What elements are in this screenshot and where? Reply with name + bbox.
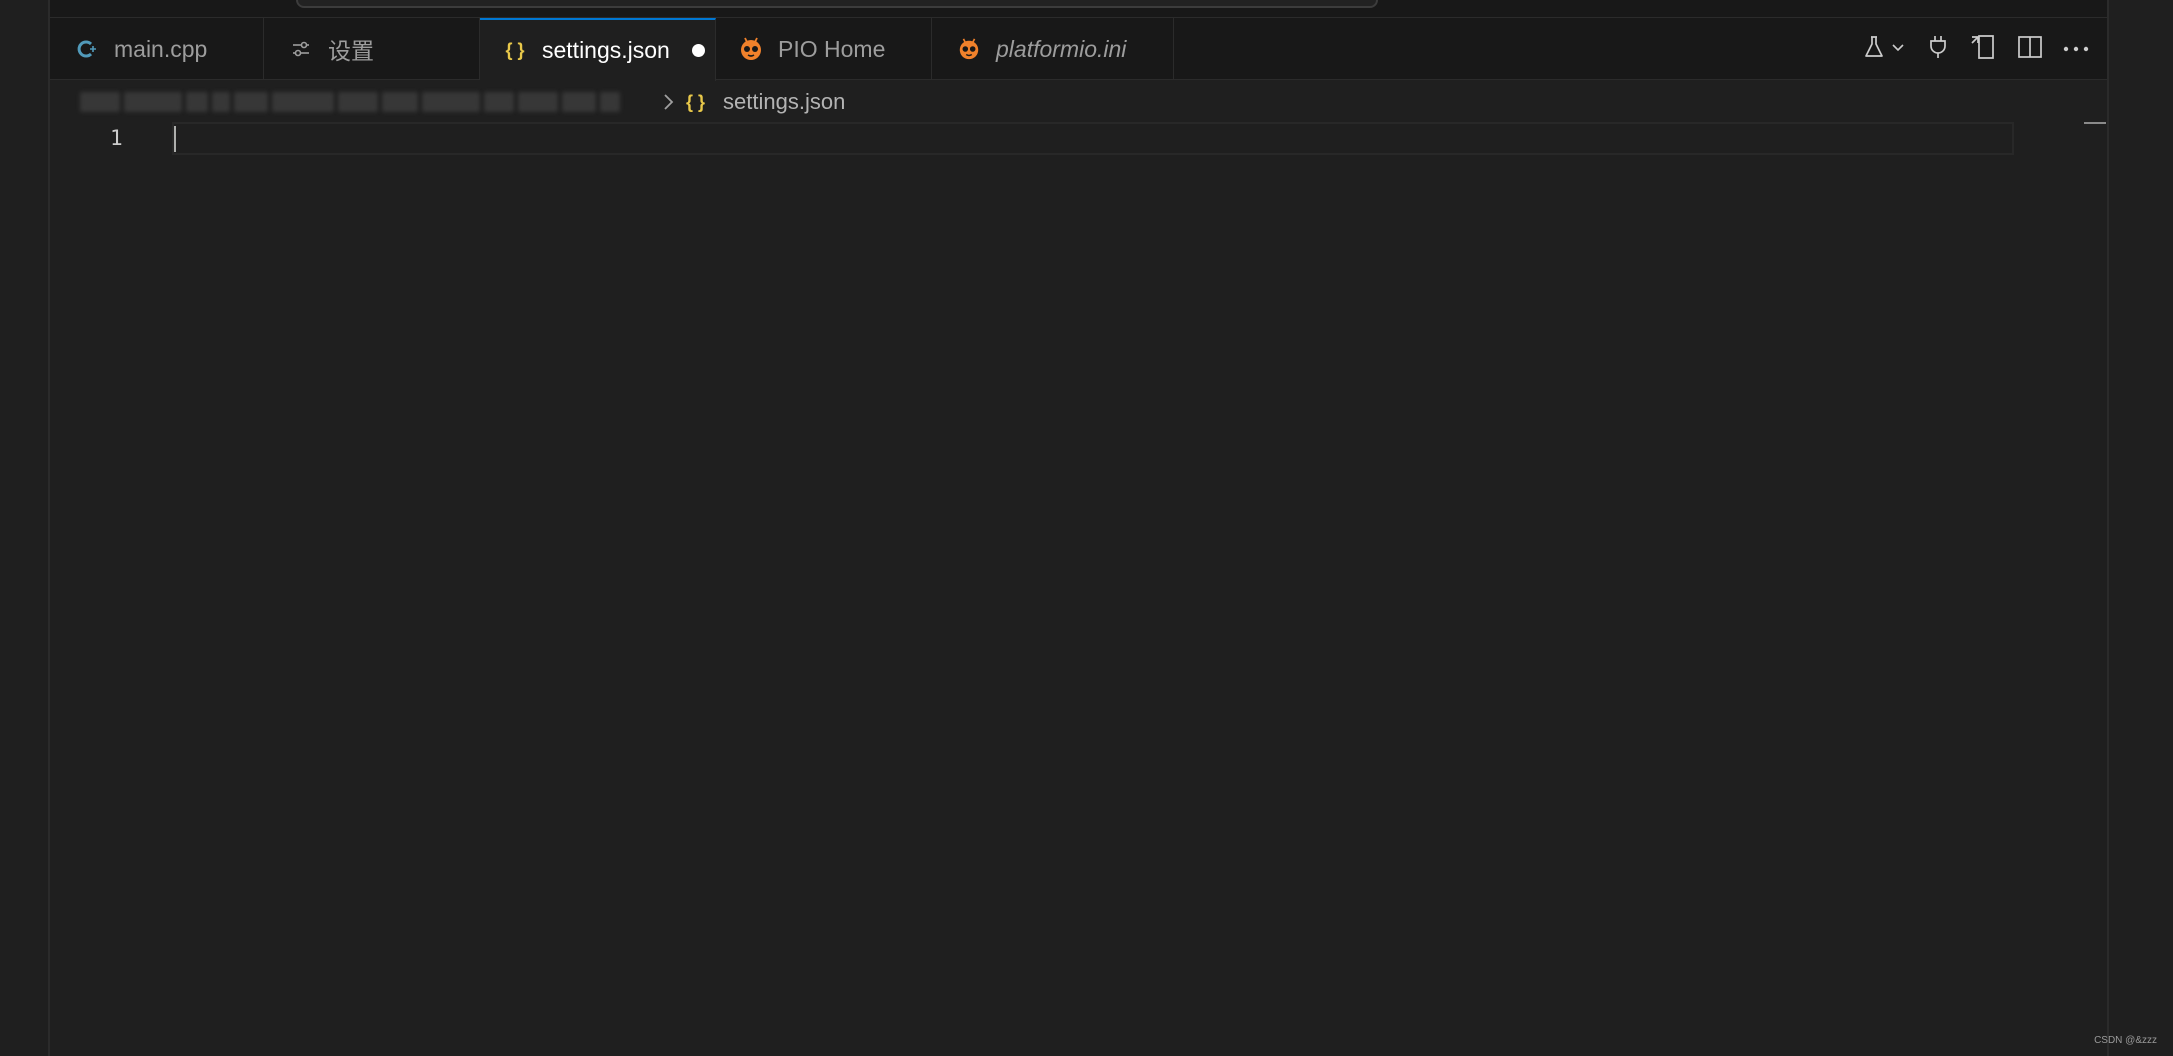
line-number: 1 bbox=[110, 126, 123, 150]
scrollbar-position-marker[interactable] bbox=[2084, 122, 2106, 124]
tab-label: PIO Home bbox=[778, 35, 886, 62]
run-tests-dropdown[interactable] bbox=[1851, 26, 1915, 72]
chevron-right-icon bbox=[662, 92, 676, 112]
tab-platformio-ini[interactable]: platformio.ini bbox=[932, 18, 1174, 80]
breadcrumb-file-label: settings.json bbox=[723, 89, 846, 114]
title-bar bbox=[0, 0, 2173, 18]
current-line-highlight bbox=[172, 122, 2014, 155]
watermark: CSDN @&zzz bbox=[2094, 1035, 2157, 1046]
tab-pio-home[interactable]: PIO Home bbox=[716, 18, 932, 80]
open-file-icon bbox=[1970, 34, 1998, 65]
more-actions-button[interactable] bbox=[2053, 26, 2099, 72]
json-braces-icon: { } bbox=[505, 40, 525, 60]
plug-button[interactable] bbox=[1915, 26, 1961, 72]
command-center[interactable] bbox=[296, 0, 1378, 8]
split-editor-button[interactable] bbox=[2007, 26, 2053, 72]
platformio-alien-icon bbox=[738, 36, 764, 62]
plug-icon bbox=[1926, 34, 1950, 65]
json-braces-icon: { } bbox=[686, 91, 706, 112]
open-settings-ui-button[interactable] bbox=[1961, 26, 2007, 72]
tab-label: main.cpp bbox=[114, 35, 208, 62]
cpp-file-icon bbox=[74, 36, 100, 62]
tab-label: platformio.ini bbox=[996, 35, 1127, 62]
tab-settings-json[interactable]: { } settings.json bbox=[480, 18, 716, 81]
tab-label: settings.json bbox=[542, 37, 670, 63]
editor-window: main.cpp 设置 { } settings.json PIO Home p… bbox=[0, 0, 2173, 1056]
secondary-bar-edge bbox=[2107, 0, 2173, 1056]
split-editor-icon bbox=[2017, 35, 2043, 64]
code-editor[interactable]: 1 bbox=[50, 122, 2107, 1056]
tab-bar: main.cpp 设置 { } settings.json PIO Home p… bbox=[50, 18, 2107, 81]
breadcrumb: { } settings.json bbox=[80, 82, 1965, 122]
unsaved-changes-dot[interactable] bbox=[691, 44, 705, 57]
text-cursor bbox=[174, 126, 176, 152]
minimap[interactable] bbox=[1964, 122, 2107, 1056]
flask-icon bbox=[1861, 34, 1887, 65]
breadcrumb-file[interactable]: { } settings.json bbox=[686, 89, 845, 115]
editor-actions bbox=[1851, 18, 2099, 80]
breadcrumb-path-blurred[interactable] bbox=[80, 87, 640, 117]
more-actions-icon bbox=[2063, 40, 2089, 58]
platformio-alien-icon bbox=[956, 36, 982, 62]
activity-bar-edge bbox=[0, 0, 50, 1056]
chevron-down-icon bbox=[1891, 40, 1905, 59]
tab-label: 设置 bbox=[328, 38, 374, 64]
settings-sliders-icon bbox=[288, 36, 314, 62]
tab-settings-ui[interactable]: 设置 bbox=[264, 18, 480, 80]
tab-main-cpp[interactable]: main.cpp bbox=[50, 18, 264, 80]
